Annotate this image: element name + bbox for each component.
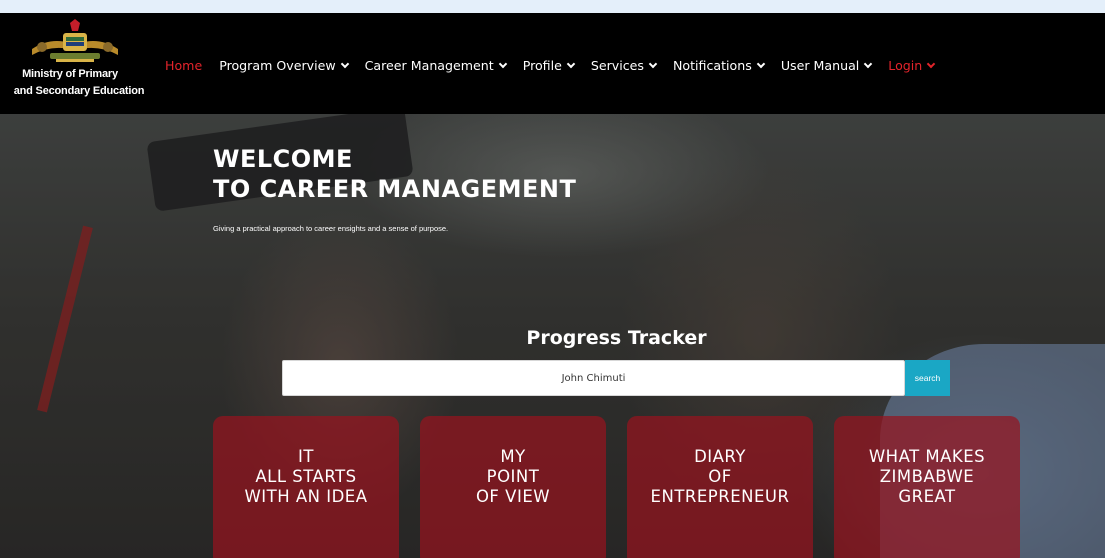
nav-item-label: Program Overview — [219, 57, 336, 73]
nav-item-label: Notifications — [672, 57, 752, 73]
welcome-line-1: WELCOME — [213, 145, 353, 173]
feature-card-line: OF VIEW — [475, 487, 551, 506]
chevron-down-icon — [566, 59, 576, 68]
nav-item-label: Profile — [522, 57, 562, 73]
feature-card-line: MY — [500, 447, 526, 466]
welcome-line-2: TO CAREER MANAGEMENT — [213, 175, 577, 203]
feature-card-line: WITH AN IDEA — [244, 487, 368, 506]
brand-line-1: Ministry of Primary — [22, 68, 118, 80]
feature-card-line: WHAT MAKES — [868, 447, 986, 466]
page-frame: Ministry of Primary and Secondary Educat… — [0, 13, 1105, 558]
hero-tagline: Giving a practical approach to career en… — [213, 224, 449, 233]
search-button[interactable]: search — [905, 360, 950, 396]
chevron-down-icon — [648, 59, 658, 68]
nav-item-services[interactable]: Services — [590, 57, 658, 73]
welcome-heading: WELCOME TO CAREER MANAGEMENT — [213, 144, 576, 204]
nav-item-notifications[interactable]: Notifications — [672, 57, 766, 73]
brand[interactable]: Ministry of Primary and Secondary Educat… — [0, 13, 160, 114]
hero-section: WELCOME TO CAREER MANAGEMENT Giving a pr… — [0, 114, 1105, 558]
feature-card-line: ZIMBABWE — [879, 467, 975, 486]
navbar: Ministry of Primary and Secondary Educat… — [0, 13, 1105, 114]
coat-of-arms-logo — [32, 19, 118, 62]
nav-item-program-overview[interactable]: Program Overview — [219, 57, 349, 73]
feature-card-line: IT — [298, 447, 314, 466]
nav-item-label: Services — [590, 57, 644, 73]
brand-line-2: and Secondary Education — [13, 85, 145, 97]
chevron-down-icon — [864, 59, 873, 68]
nav-item-label: Career Management — [364, 57, 494, 73]
feature-card-line: GREAT — [898, 487, 956, 506]
feature-card[interactable]: WHAT MAKES ZIMBABWE GREAT — [834, 416, 1020, 558]
nav-item-home[interactable]: Home — [165, 58, 202, 73]
nav-item-user-manual[interactable]: User Manual — [780, 57, 873, 73]
feature-card[interactable]: MY POINT OF VIEW — [420, 416, 606, 558]
chevron-down-icon — [927, 59, 936, 68]
chevron-down-icon — [498, 59, 507, 68]
nav-item-label: Home — [165, 57, 203, 73]
nav-item-label: User Manual — [780, 57, 860, 73]
feature-card-line: POINT — [486, 467, 540, 486]
feature-card-line: OF — [708, 467, 732, 486]
nav-item-career-management[interactable]: Career Management — [364, 57, 507, 73]
nav-item-label: Login — [888, 57, 923, 73]
feature-cards: IT ALL STARTS WITH AN IDEA MY POINT OF VIEW DI… — [213, 416, 1020, 558]
feature-card-line: ALL STARTS — [255, 467, 357, 486]
progress-search-input[interactable] — [282, 360, 905, 396]
progress-tracker-title: Progress Tracker — [526, 327, 707, 349]
chevron-down-icon — [340, 59, 349, 68]
feature-card-line: ENTREPRENEUR — [650, 487, 790, 506]
chevron-down-icon — [756, 59, 766, 68]
nav-item-profile[interactable]: Profile — [522, 57, 576, 73]
main-menu: Home Program Overview Career Management Pro… — [165, 55, 951, 75]
feature-card[interactable]: IT ALL STARTS WITH AN IDEA — [213, 416, 399, 558]
nav-item-login[interactable]: Login — [888, 57, 936, 73]
feature-card-line: DIARY — [694, 447, 746, 466]
feature-card[interactable]: DIARY OF ENTREPRENEUR — [627, 416, 813, 558]
